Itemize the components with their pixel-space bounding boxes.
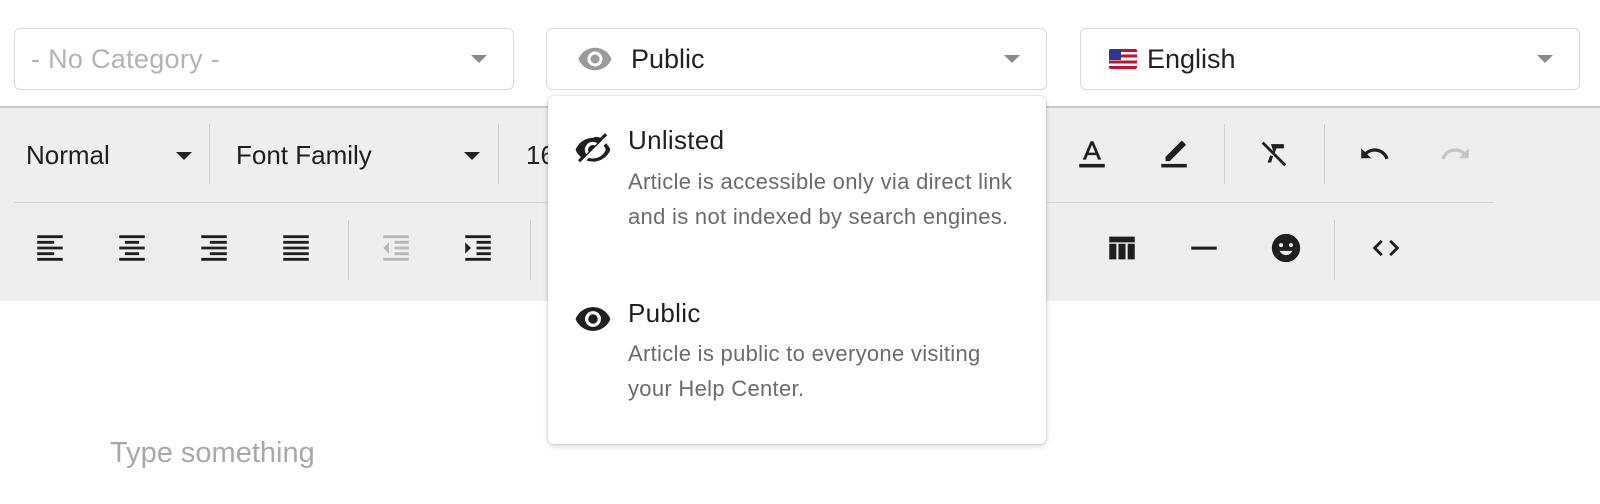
editor-placeholder[interactable]: Type something [110,437,315,470]
category-select[interactable]: - No Category - [14,28,514,90]
align-justify-icon [283,235,309,261]
option-description: Article is accessible only via direct li… [628,169,1013,229]
redo-icon [1441,148,1469,160]
chevron-down-icon [1537,55,1553,63]
chevron-down-icon [471,55,487,63]
align-right-button[interactable] [190,224,238,272]
us-flag-icon [1109,49,1137,69]
horizontal-rule-icon [1191,246,1217,250]
align-right-icon [201,235,227,261]
option-description: Article is public to everyone visiting y… [628,341,981,401]
eye-off-icon [575,133,611,163]
code-view-button[interactable] [1362,224,1410,272]
language-select-value: English [1147,43,1236,74]
category-select-value: - No Category - [31,43,221,74]
visibility-select-value: Public [631,43,705,74]
emoji-icon [1271,233,1301,263]
visibility-select[interactable]: Public [546,28,1047,90]
eye-icon [575,307,611,331]
chevron-down-icon [1004,55,1020,63]
undo-button[interactable] [1350,130,1398,178]
align-center-button[interactable] [108,224,156,272]
indent-button[interactable] [454,224,502,272]
chevron-down-icon [464,152,480,160]
chevron-down-icon [176,152,192,160]
highlight-button[interactable] [1150,130,1198,178]
emoji-button[interactable] [1262,224,1310,272]
table-icon [1109,236,1135,260]
option-title: Unlisted [628,125,725,155]
clear-format-icon [1261,141,1287,167]
visibility-dropdown-menu: Unlisted Article is accessible only via … [548,96,1046,444]
redo-button[interactable] [1432,130,1480,178]
outdent-button[interactable] [372,224,420,272]
block-format-value: Normal [26,139,110,170]
eye-icon [578,47,612,71]
block-format-select[interactable]: Normal [26,138,196,172]
text-color-icon [1079,141,1105,168]
option-title: Public [628,298,701,328]
align-justify-button[interactable] [272,224,320,272]
align-left-icon [37,235,63,261]
visibility-option-unlisted[interactable]: Unlisted Article is accessible only via … [548,120,1046,280]
clear-format-button[interactable] [1250,130,1298,178]
undo-icon [1361,148,1389,160]
indent-icon [465,235,491,261]
align-center-icon [119,235,145,261]
visibility-option-public[interactable]: Public Article is public to everyone vis… [548,296,1046,416]
insert-table-button[interactable] [1098,224,1146,272]
horizontal-rule-button[interactable] [1180,224,1228,272]
font-family-value: Font Family [236,139,372,170]
highlight-pen-icon [1161,140,1187,168]
text-color-button[interactable] [1068,130,1116,178]
font-family-select[interactable]: Font Family [236,138,486,172]
align-left-button[interactable] [26,224,74,272]
language-select[interactable]: English [1080,28,1580,90]
outdent-icon [383,235,409,261]
code-icon [1372,239,1400,257]
